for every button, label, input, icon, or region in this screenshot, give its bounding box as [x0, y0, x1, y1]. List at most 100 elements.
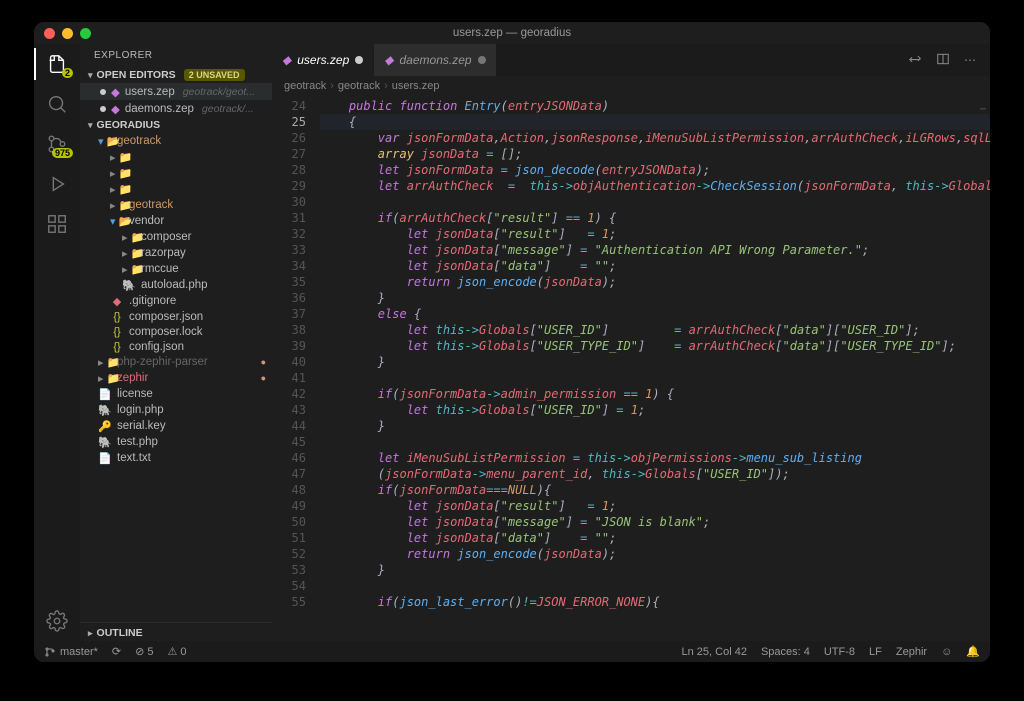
eol-status[interactable]: LF [869, 646, 882, 658]
sidebar: EXPLORER ▾ OPEN EDITORS 2 UNSAVED ◆users… [80, 44, 272, 641]
chevron-right-icon: ▸ [88, 628, 93, 639]
editor-window: users.zep — georadius 2 975 [34, 22, 990, 662]
file-txt-icon: 📄 [98, 452, 112, 465]
collapse-indicator-icon[interactable]: ⋯ [980, 102, 986, 118]
folder-item[interactable]: ▸ 📁 [80, 149, 272, 165]
file-item[interactable]: {}composer.lock [80, 324, 272, 339]
language-status[interactable]: Zephir [896, 646, 927, 658]
folder-icon: ▸ 📁 [98, 356, 112, 369]
file-git-icon: ◆ [110, 295, 124, 308]
open-editors-section[interactable]: ▾ OPEN EDITORS 2 UNSAVED [80, 67, 272, 83]
activity-bar: 2 975 [34, 44, 80, 641]
folder-icon: ▸ 📁 [122, 231, 136, 244]
titlebar[interactable]: users.zep — georadius [34, 22, 990, 44]
file-icon: ◆ [384, 53, 393, 67]
indent-status[interactable]: Spaces: 4 [761, 646, 810, 658]
sidebar-title: EXPLORER [80, 44, 272, 67]
workspace-section[interactable]: ▾ GEORADIUS [80, 117, 272, 133]
file-icon: ◆ [111, 102, 120, 116]
folder-icon: ▸ 📁 [110, 167, 124, 180]
folder-open-icon: ▾ 📂 [98, 135, 112, 148]
tab-unsaved-indicator[interactable] [478, 56, 486, 64]
tab-unsaved-indicator[interactable] [355, 56, 363, 64]
file-item[interactable]: 📄text.txt [80, 450, 272, 466]
file-key-icon: 🔑 [98, 420, 112, 433]
open-editor-item[interactable]: ◆users.zepgeotrack/geot... [80, 83, 272, 100]
file-php-icon: 🐘 [122, 279, 136, 292]
unsaved-badge: 2 UNSAVED [184, 69, 245, 81]
feedback-icon[interactable]: ☺ [941, 646, 952, 658]
folder-item[interactable]: ▾ 📂vendor [80, 213, 272, 229]
bell-icon[interactable]: 🔔 [966, 645, 980, 658]
folder-icon: ▸ 📁 [110, 183, 124, 196]
file-json-icon: {} [110, 341, 124, 353]
code-editor[interactable]: 2425262728293031323334353637383940414243… [272, 96, 990, 641]
branch-status[interactable]: master* [44, 646, 98, 658]
file-item[interactable]: 🔑serial.key [80, 418, 272, 434]
tabs: ◆users.zep◆daemons.zep ⋯ [272, 44, 990, 76]
file-icon: ◆ [111, 85, 120, 99]
search-icon[interactable] [45, 92, 69, 116]
chevron-down-icon: ▾ [88, 70, 93, 81]
scm-icon[interactable]: 975 [45, 132, 69, 156]
folder-item[interactable]: ▸ 📁razorpay [80, 245, 272, 261]
file-item[interactable]: ◆.gitignore [80, 293, 272, 309]
modified-indicator-icon: ● [261, 357, 266, 367]
unsaved-dot-icon [100, 89, 106, 95]
folder-item[interactable]: ▸ 📁 [80, 181, 272, 197]
folder-item[interactable]: ▸ 📁zephir● [80, 370, 272, 386]
warnings-status[interactable]: ⚠ 0 [168, 645, 187, 658]
breadcrumb-segment[interactable]: users.zep [392, 80, 440, 92]
folder-icon: ▸ 📁 [98, 372, 112, 385]
compare-icon[interactable] [908, 52, 922, 69]
window-title: users.zep — georadius [34, 27, 990, 39]
file-item[interactable]: 🐘test.php [80, 434, 272, 450]
folder-item[interactable]: ▸ 📁rmccue [80, 261, 272, 277]
file-icon: 📄 [98, 388, 112, 401]
extensions-icon[interactable] [45, 212, 69, 236]
folder-item[interactable]: ▸ 📁 [80, 165, 272, 181]
open-editor-item[interactable]: ◆daemons.zepgeotrack/... [80, 100, 272, 117]
breadcrumb-segment[interactable]: geotrack [338, 80, 380, 92]
folder-icon: ▸ 📁 [110, 199, 124, 212]
folder-item[interactable]: ▸ 📁composer [80, 229, 272, 245]
settings-gear-icon[interactable] [45, 609, 69, 633]
chevron-down-icon: ▾ [88, 120, 93, 131]
folder-item[interactable]: ▾ 📂geotrack [80, 133, 272, 149]
folder-icon: ▸ 📁 [110, 151, 124, 164]
unsaved-dot-icon [100, 106, 106, 112]
split-editor-icon[interactable] [936, 52, 950, 69]
editor-main: ◆users.zep◆daemons.zep ⋯ geotrack›geotra… [272, 44, 990, 641]
folder-item[interactable]: ▸ 📁php-zephir-parser● [80, 354, 272, 370]
file-item[interactable]: {}composer.json [80, 309, 272, 324]
encoding-status[interactable]: UTF-8 [824, 646, 855, 658]
debug-icon[interactable] [45, 172, 69, 196]
folder-icon: ▸ 📁 [122, 247, 136, 260]
folder-icon: ▸ 📁 [122, 263, 136, 276]
file-item[interactable]: 🐘autoload.php [80, 277, 272, 293]
modified-indicator-icon: ● [261, 373, 266, 383]
file-item[interactable]: {}config.json [80, 339, 272, 354]
file-php-icon: 🐘 [98, 436, 112, 449]
file-php-icon: 🐘 [98, 404, 112, 417]
breadcrumb[interactable]: geotrack›geotrack›users.zep [272, 76, 990, 96]
breadcrumb-segment[interactable]: geotrack [284, 80, 326, 92]
outline-section[interactable]: ▸ OUTLINE [80, 622, 272, 641]
folder-item[interactable]: ▸ 📁geotrack [80, 197, 272, 213]
editor-tab[interactable]: ◆daemons.zep [374, 44, 496, 76]
folder-open-icon: ▾ 📂 [110, 215, 124, 228]
errors-status[interactable]: ⊘ 5 [135, 645, 153, 658]
editor-tab[interactable]: ◆users.zep [272, 44, 374, 76]
file-json-icon: {} [110, 326, 124, 338]
file-icon: ◆ [282, 53, 291, 67]
file-item[interactable]: 📄license [80, 386, 272, 402]
file-item[interactable]: 🐘login.php [80, 402, 272, 418]
explorer-icon[interactable]: 2 [45, 52, 69, 76]
more-actions-icon[interactable]: ⋯ [964, 53, 976, 67]
sync-status[interactable]: ⟳ [112, 645, 121, 658]
code-area[interactable]: public function Entry(entryJSONData) { v… [320, 96, 990, 641]
scm-badge: 975 [52, 148, 73, 158]
cursor-position[interactable]: Ln 25, Col 42 [682, 646, 747, 658]
explorer-badge: 2 [62, 68, 73, 78]
status-bar: master* ⟳ ⊘ 5 ⚠ 0 Ln 25, Col 42 Spaces: … [34, 641, 990, 662]
